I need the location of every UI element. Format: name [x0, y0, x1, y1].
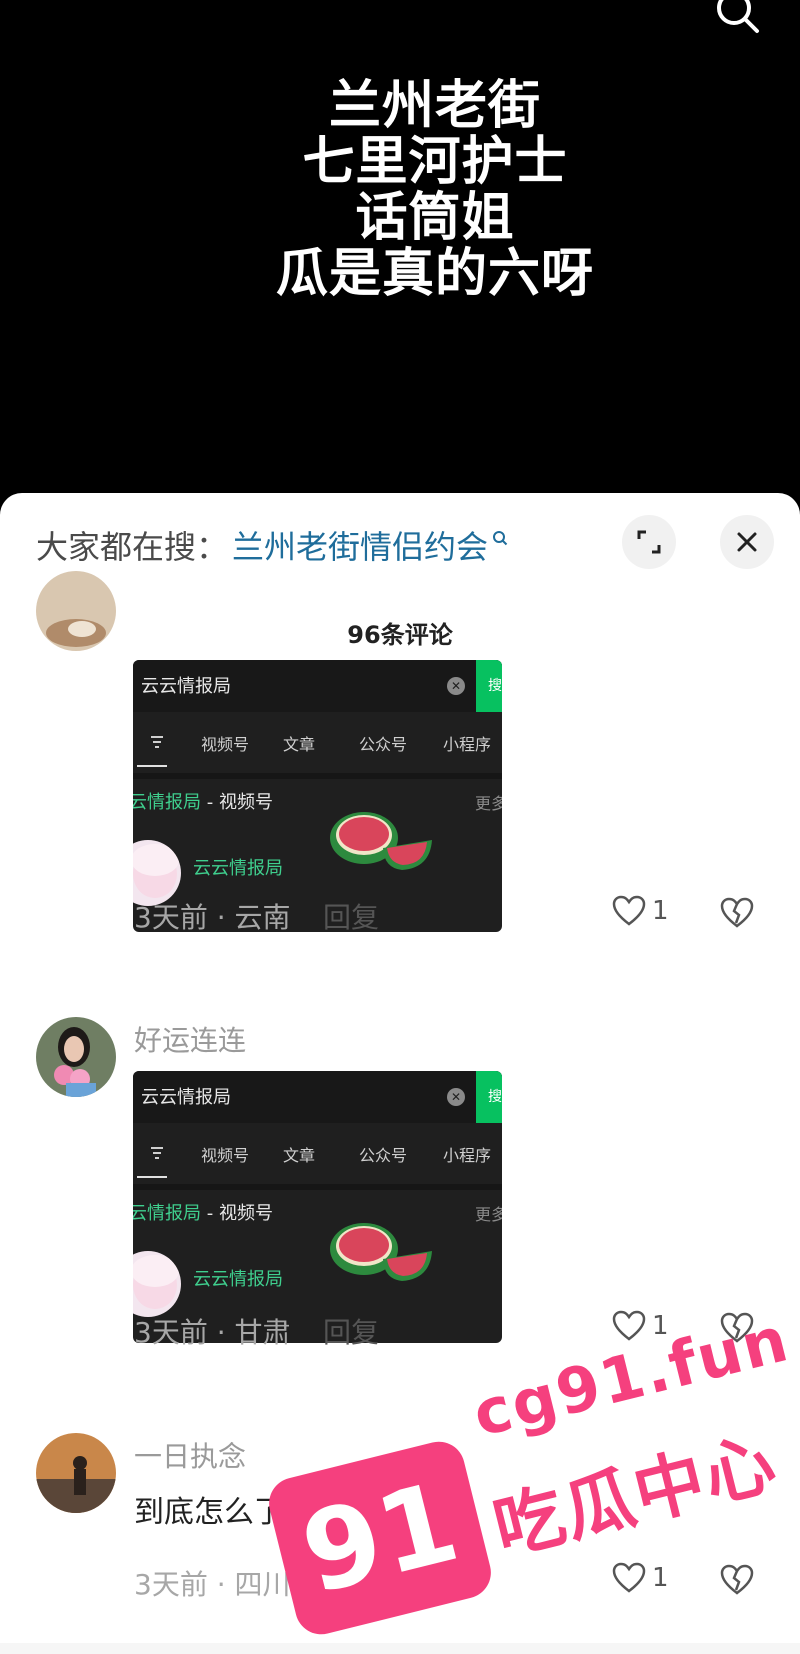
- image-query: 云云情报局: [141, 676, 231, 697]
- search-icon[interactable]: [492, 530, 508, 546]
- tab-underline: [137, 1176, 167, 1178]
- watermelon-icon: [330, 812, 432, 870]
- video-title-line: 话筒姐: [355, 188, 515, 248]
- avatar[interactable]: [36, 571, 116, 651]
- image-section-title: 云情报局 - 视频号: [133, 1199, 273, 1225]
- heart-icon: [612, 1562, 646, 1593]
- video-title: 兰州老街 七里河护士 话筒姐 瓜是真的六呀: [0, 78, 800, 302]
- close-button[interactable]: [720, 515, 774, 569]
- image-tab: 文章: [283, 735, 316, 754]
- avatar-image: [36, 1433, 116, 1513]
- image-more: 更多: [475, 1205, 502, 1224]
- image-separator: [133, 773, 502, 779]
- clear-icon: ✕: [447, 677, 465, 695]
- image-query: 云云情报局: [141, 1087, 231, 1108]
- reply-button[interactable]: 回复: [323, 896, 379, 936]
- image-section-title: 云情报局 - 视频号: [133, 788, 273, 814]
- watermelon-icon: [330, 1223, 432, 1281]
- like-count: 1: [652, 1563, 669, 1593]
- filter-icon: [151, 1147, 163, 1159]
- video-title-line: 兰州老街: [328, 76, 541, 136]
- like-button[interactable]: 1: [612, 895, 669, 927]
- image-tab: 小程序: [443, 1146, 492, 1165]
- username[interactable]: 好运连连: [134, 1019, 246, 1059]
- heart-icon: [612, 1310, 646, 1341]
- bottom-strip: [0, 1643, 800, 1654]
- image-tab: 公众号: [359, 1146, 408, 1165]
- comment-image[interactable]: 云云情报局 ✕ 搜 视频号 文章 公众号 小程序 云情报局 - 视频号 更多 云…: [133, 660, 502, 932]
- expand-button[interactable]: [622, 515, 676, 569]
- filter-icon: [151, 736, 163, 748]
- image-tab: 公众号: [359, 735, 408, 754]
- hot-search-term[interactable]: 兰州老街情侣约会: [232, 522, 488, 568]
- comment-count: 96条评论: [347, 621, 453, 649]
- image-section-green: 云情报局: [133, 1203, 201, 1224]
- image-separator: [133, 1184, 502, 1190]
- reply-button[interactable]: 回复: [323, 1563, 379, 1603]
- heart-icon: [612, 895, 646, 926]
- comment-meta: 3天前 · 甘肃: [134, 1316, 291, 1349]
- image-tab: 视频号: [201, 735, 250, 754]
- image-tab: 视频号: [201, 1146, 250, 1165]
- like-count: 1: [652, 896, 669, 926]
- comment-text: 到底怎么了: [134, 1495, 284, 1530]
- like-button[interactable]: 1: [612, 1562, 669, 1594]
- account-name: 云云情报局: [193, 1269, 283, 1290]
- avatar-image: [36, 1017, 116, 1097]
- image-section-green: 云情报局: [133, 792, 201, 813]
- close-icon: [737, 532, 757, 552]
- image-search-button: 搜: [476, 1071, 502, 1123]
- comment-image[interactable]: 云云情报局 ✕ 搜 视频号 文章 公众号 小程序 云情报局 - 视频号 更多 云…: [133, 1071, 502, 1343]
- account-name: 云云情报局: [193, 858, 283, 879]
- like-button[interactable]: 1: [612, 1310, 669, 1342]
- broken-heart-icon[interactable]: [720, 897, 754, 929]
- clear-icon: ✕: [447, 1088, 465, 1106]
- video-title-line: 七里河护士: [302, 132, 568, 192]
- image-section-suffix: - 视频号: [201, 1203, 273, 1224]
- avatar[interactable]: [36, 1433, 116, 1513]
- hot-search-prefix: 大家都在搜：: [36, 528, 229, 566]
- image-tabs: 视频号 文章 公众号 小程序: [133, 713, 502, 773]
- avatar[interactable]: [36, 1017, 116, 1097]
- expand-icon: [637, 530, 661, 554]
- image-tabs: 视频号 文章 公众号 小程序: [133, 1124, 502, 1184]
- image-search-button: 搜: [476, 660, 502, 712]
- image-more: 更多: [475, 794, 502, 813]
- username[interactable]: 一日执念: [134, 1435, 246, 1475]
- comment-meta: 3天前 · 云南: [134, 901, 291, 934]
- avatar-image: [36, 571, 116, 651]
- video-area[interactable]: 兰州老街 七里河护士 话筒姐 瓜是真的六呀: [0, 0, 800, 500]
- image-section-suffix: - 视频号: [201, 792, 273, 813]
- hot-search[interactable]: 大家都在搜： 兰州老街情侣约会: [36, 523, 508, 567]
- reply-button[interactable]: 回复: [323, 1311, 379, 1351]
- account-avatar: [133, 1251, 181, 1317]
- broken-heart-icon[interactable]: [720, 1312, 754, 1344]
- image-tab: 文章: [283, 1146, 316, 1165]
- video-title-line: 瓜是真的六呀: [275, 244, 594, 304]
- search-icon[interactable]: [712, 0, 762, 40]
- image-tab: 小程序: [443, 735, 492, 754]
- tab-underline: [137, 765, 167, 767]
- comment-meta: 3天前 · 四川: [134, 1568, 291, 1601]
- broken-heart-icon[interactable]: [720, 1564, 754, 1596]
- like-count: 1: [652, 1311, 669, 1341]
- comment-sheet: 大家都在搜： 兰州老街情侣约会 96条评论 云云情报局 ✕ 搜 视频号 文章 公…: [0, 493, 800, 1654]
